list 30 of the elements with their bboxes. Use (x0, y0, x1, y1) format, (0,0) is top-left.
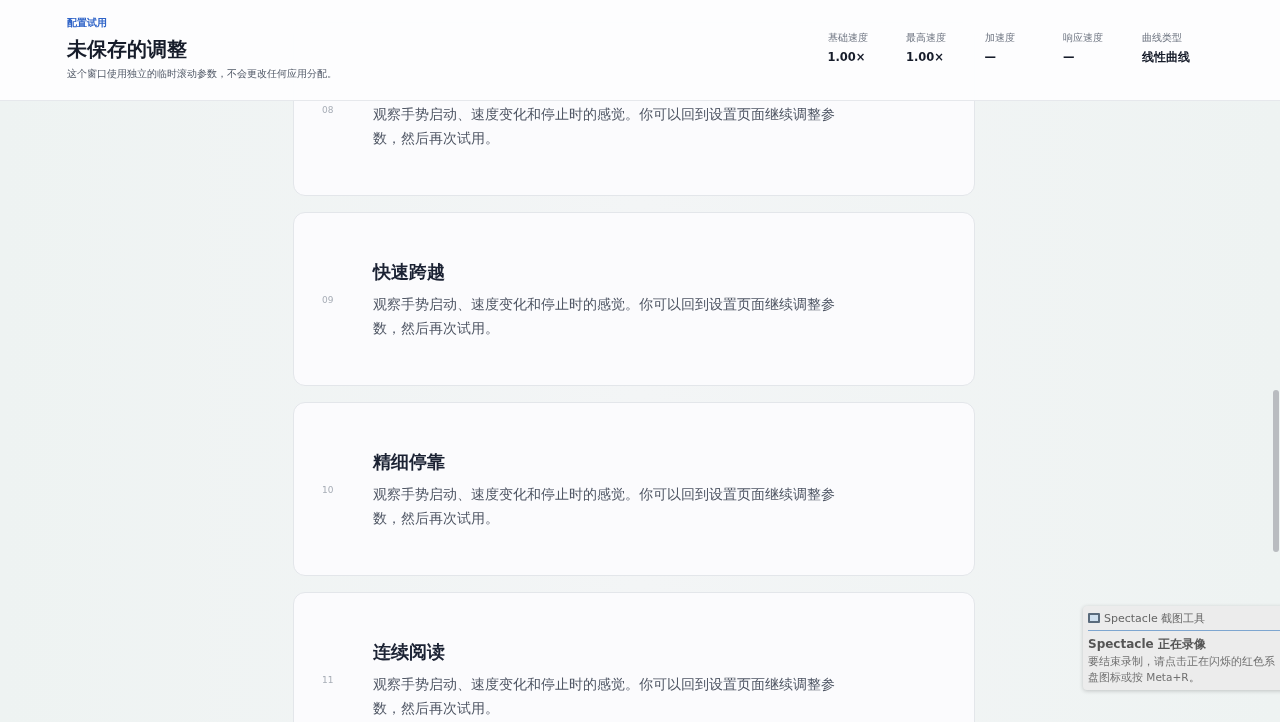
stat-value: 线性曲线 (1141, 50, 1190, 65)
card-description: 观察手势启动、速度变化和停止时的感觉。你可以回到设置页面继续调整参数，然后再次试用。 (373, 295, 836, 338)
card-number: 11 (322, 675, 335, 685)
card-description: 观察手势启动、速度变化和停止时的感觉。你可以回到设置页面继续调整参数，然后再次试用。 (373, 485, 836, 528)
notification-text: 盘图标或按 Meta+R。 (1088, 670, 1201, 685)
stat-value: 1.00× (906, 50, 944, 64)
card-number: 08 (322, 105, 335, 115)
stat-label: 加速度 (984, 31, 1015, 45)
card-description: 观察手势启动、速度变化和停止时的感觉。你可以回到设置页面继续调整参数，然后再次试用。 (373, 105, 836, 148)
card-number: 09 (322, 295, 335, 305)
notification-app-name: Spectacle 截图工具 (1104, 610, 1206, 626)
stat-label: 曲线类型 (1141, 31, 1182, 45)
stat-value: — (984, 50, 996, 64)
stat-value: — (1063, 50, 1075, 64)
page-title: 未保存的调整 (67, 36, 188, 62)
notification-text: 要结束录制，请点击正在闪烁的红色系 (1088, 654, 1276, 669)
stat-label: 基础速度 (827, 31, 868, 45)
stat-label: 最高速度 (906, 31, 946, 45)
card-title: 快速跨越 (373, 260, 446, 284)
screenshot-app-icon (1088, 613, 1100, 623)
stat-label: 响应速度 (1063, 31, 1103, 45)
card-description: 观察手势启动、速度变化和停止时的感觉。你可以回到设置页面继续调整参数，然后再次试用。 (373, 675, 836, 718)
card-title: 连续阅读 (373, 640, 446, 664)
card-number: 10 (322, 485, 335, 495)
page-description: 这个窗口使用独立的临时滚动参数，不会更改任何应用分配。 (67, 67, 337, 81)
notification-title: Spectacle 正在录像 (1088, 636, 1207, 653)
stat-value: 1.00× (827, 50, 866, 64)
card-title: 精细停靠 (373, 450, 446, 474)
eyebrow-label: 配置试用 (67, 16, 108, 30)
scrollbar-thumb[interactable] (1273, 390, 1279, 552)
